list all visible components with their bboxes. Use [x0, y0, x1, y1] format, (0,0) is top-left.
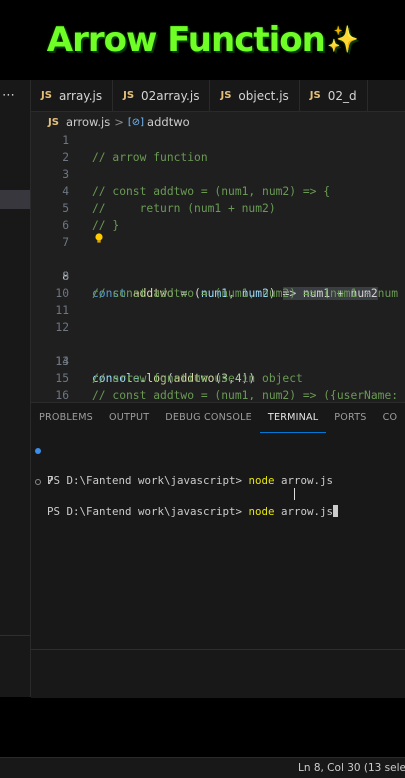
breadcrumb: JS arrow.js > [⊘] addtwo: [48, 113, 190, 131]
tab-label: 02_d: [327, 88, 357, 103]
line-number: 7: [62, 236, 69, 249]
js-file-icon: JS: [309, 90, 321, 101]
tab-output[interactable]: OUTPUT: [101, 403, 157, 433]
editor-tabs: JS array.js JS 02array.js JS object.js J…: [31, 80, 405, 112]
js-file-icon: JS: [123, 90, 135, 101]
line-number: 5: [62, 202, 69, 215]
sparkles-icon: ✨: [326, 25, 359, 55]
tab-terminal[interactable]: TERMINAL: [259, 403, 327, 433]
tab-label: array.js: [58, 88, 103, 103]
line-number: 1: [62, 134, 69, 147]
line-number: 15: [55, 372, 69, 385]
code-line: // arrow function use in object: [92, 372, 303, 385]
vscode-window: ⋯ JS array.js JS 02array.js JS object.js…: [0, 80, 405, 778]
title-text: Arrow Function: [46, 20, 326, 60]
tab-array-js[interactable]: JS array.js: [31, 80, 114, 111]
panel-tabs: PROBLEMS OUTPUT DEBUG CONSOLE TERMINAL P…: [31, 403, 405, 433]
terminal-command: node: [248, 505, 275, 518]
line-number: 9: [62, 270, 69, 283]
terminal-argument: arrow.js: [274, 505, 334, 518]
variable-symbol-icon: [⊘]: [127, 116, 145, 128]
code-line: // return (num1 + num2): [92, 202, 276, 215]
bottom-panel: PROBLEMS OUTPUT DEBUG CONSOLE TERMINAL P…: [31, 402, 405, 698]
terminal-prompt: PS D:\Fantend work\javascript>: [47, 505, 249, 518]
line-number: 2: [62, 151, 69, 164]
tab-label: 02array.js: [141, 88, 200, 103]
terminal-cursor: [333, 505, 339, 517]
tab-debug-console[interactable]: DEBUG CONSOLE: [157, 403, 260, 433]
status-bar: Ln 8, Col 30 (13 sele: [0, 757, 405, 778]
tab-ports[interactable]: PORTS: [326, 403, 374, 433]
code-line: // const addtwo = (num1, num2) => ({user…: [92, 389, 399, 400]
code-line: // arrow function: [92, 151, 208, 164]
code-line: // }: [92, 219, 120, 232]
sidebar-divider: [0, 635, 30, 636]
line-number: 11: [55, 304, 69, 317]
cursor-position[interactable]: Ln 8, Col 30 (13 sele: [298, 758, 405, 778]
line-number: 6: [62, 219, 69, 232]
command-pending-icon[interactable]: [35, 479, 41, 485]
mouse-ibeam-cursor: [294, 488, 295, 500]
breadcrumb-file[interactable]: arrow.js: [66, 115, 110, 129]
code-line: // const addtwo = (num1, num2) => {: [92, 185, 331, 198]
breadcrumb-symbol[interactable]: addtwo: [147, 115, 190, 129]
selected-explorer-item[interactable]: [0, 190, 30, 209]
code-line: // const addtwo = (num1, num2) => (num1 …: [92, 287, 399, 300]
js-file-icon: JS: [41, 90, 52, 101]
tab-comments[interactable]: CO: [375, 403, 405, 433]
tab-object-js[interactable]: JS object.js: [210, 80, 300, 111]
line-number: 4: [62, 185, 69, 198]
more-actions-icon[interactable]: ⋯: [2, 88, 16, 103]
panel-divider: [31, 649, 405, 650]
code-editor[interactable]: 1 2 // arrow function 3 4 // const addtwo …: [31, 132, 405, 400]
js-file-icon: JS: [220, 90, 232, 101]
tab-problems[interactable]: PROBLEMS: [31, 403, 101, 433]
breadcrumb-separator: >: [114, 115, 124, 129]
line-number: 12: [55, 321, 69, 334]
explorer-sidebar: ⋯: [0, 80, 31, 697]
tab-02-d[interactable]: JS 02_d: [300, 80, 368, 111]
line-number: 16: [55, 389, 69, 400]
lightbulb-icon[interactable]: [94, 233, 104, 243]
js-file-icon: JS: [48, 116, 59, 128]
tab-label: object.js: [238, 88, 289, 103]
line-number: 3: [62, 168, 69, 181]
video-title-overlay: Arrow Function ✨: [0, 0, 405, 80]
tab-02array-js[interactable]: JS 02array.js: [113, 80, 211, 111]
command-success-icon[interactable]: [35, 448, 41, 454]
line-number: 10: [55, 287, 69, 300]
line-number: 14: [55, 355, 69, 368]
